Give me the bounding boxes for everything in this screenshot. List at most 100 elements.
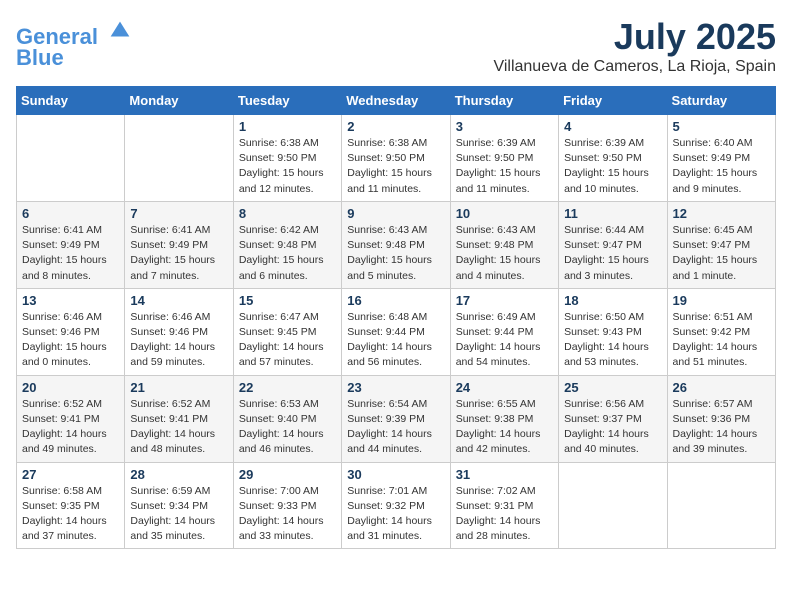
day-info: Sunrise: 6:38 AM Sunset: 9:50 PM Dayligh… (239, 136, 336, 197)
calendar-cell: 8Sunrise: 6:42 AM Sunset: 9:48 PM Daylig… (233, 201, 341, 288)
calendar-cell: 1 Sunrise: 6:38 AM Sunset: 9:50 PM Daylig… (233, 115, 341, 202)
day-number: 26 (673, 380, 770, 395)
calendar-cell: 9Sunrise: 6:43 AM Sunset: 9:48 PM Daylig… (342, 201, 450, 288)
calendar-cell: 25Sunrise: 6:56 AM Sunset: 9:37 PM Dayli… (559, 375, 667, 462)
day-info: Sunrise: 6:46 AM Sunset: 9:46 PM Dayligh… (22, 310, 119, 371)
day-info: Sunrise: 6:50 AM Sunset: 9:43 PM Dayligh… (564, 310, 661, 371)
weekday-header: Friday (559, 87, 667, 115)
day-number: 1 (239, 119, 336, 134)
month-title: July 2025 (493, 16, 776, 58)
calendar-week-row: 6 Sunrise: 6:41 AM Sunset: 9:49 PM Daylig… (17, 201, 776, 288)
day-info: Sunrise: 6:39 AM Sunset: 9:50 PM Dayligh… (564, 136, 661, 197)
day-number: 16 (347, 293, 444, 308)
day-number: 18 (564, 293, 661, 308)
weekday-header: Tuesday (233, 87, 341, 115)
day-number: 23 (347, 380, 444, 395)
day-number: 10 (456, 206, 553, 221)
calendar-cell: 27 Sunrise: 6:58 AM Sunset: 9:35 PM Dayli… (17, 462, 125, 549)
weekday-header: Monday (125, 87, 233, 115)
weekday-header: Thursday (450, 87, 558, 115)
weekday-header: Wednesday (342, 87, 450, 115)
page-header: General Blue July 2025 Villanueva de Cam… (16, 16, 776, 76)
day-info: Sunrise: 6:51 AM Sunset: 9:42 PM Dayligh… (673, 310, 770, 371)
day-number: 4 (564, 119, 661, 134)
weekday-header: Saturday (667, 87, 775, 115)
calendar-cell (17, 115, 125, 202)
day-number: 13 (22, 293, 119, 308)
day-number: 11 (564, 206, 661, 221)
day-info: Sunrise: 7:00 AM Sunset: 9:33 PM Dayligh… (239, 484, 336, 545)
logo-icon (106, 16, 134, 44)
weekday-header: Sunday (17, 87, 125, 115)
logo: General Blue (16, 16, 134, 71)
day-number: 28 (130, 467, 227, 482)
day-number: 27 (22, 467, 119, 482)
day-number: 17 (456, 293, 553, 308)
calendar-header-row: SundayMondayTuesdayWednesdayThursdayFrid… (17, 87, 776, 115)
day-info: Sunrise: 6:46 AM Sunset: 9:46 PM Dayligh… (130, 310, 227, 371)
day-number: 14 (130, 293, 227, 308)
day-number: 15 (239, 293, 336, 308)
calendar-cell: 16 Sunrise: 6:48 AM Sunset: 9:44 PM Dayli… (342, 288, 450, 375)
calendar-cell: 28 Sunrise: 6:59 AM Sunset: 9:34 PM Dayli… (125, 462, 233, 549)
day-info: Sunrise: 6:41 AM Sunset: 9:49 PM Dayligh… (22, 223, 119, 284)
day-number: 30 (347, 467, 444, 482)
calendar-week-row: 13 Sunrise: 6:46 AM Sunset: 9:46 PM Dayli… (17, 288, 776, 375)
day-info: Sunrise: 6:55 AM Sunset: 9:38 PM Dayligh… (456, 397, 553, 458)
calendar-cell: 18 Sunrise: 6:50 AM Sunset: 9:43 PM Dayli… (559, 288, 667, 375)
calendar-cell: 24Sunrise: 6:55 AM Sunset: 9:38 PM Dayli… (450, 375, 558, 462)
day-number: 6 (22, 206, 119, 221)
day-number: 29 (239, 467, 336, 482)
day-info: Sunrise: 6:53 AM Sunset: 9:40 PM Dayligh… (239, 397, 336, 458)
calendar-cell (125, 115, 233, 202)
day-info: Sunrise: 6:45 AM Sunset: 9:47 PM Dayligh… (673, 223, 770, 284)
calendar-cell: 11 Sunrise: 6:44 AM Sunset: 9:47 PM Dayli… (559, 201, 667, 288)
day-info: Sunrise: 6:48 AM Sunset: 9:44 PM Dayligh… (347, 310, 444, 371)
day-info: Sunrise: 7:02 AM Sunset: 9:31 PM Dayligh… (456, 484, 553, 545)
day-number: 5 (673, 119, 770, 134)
day-info: Sunrise: 6:47 AM Sunset: 9:45 PM Dayligh… (239, 310, 336, 371)
calendar-cell (667, 462, 775, 549)
day-number: 12 (673, 206, 770, 221)
day-info: Sunrise: 6:42 AM Sunset: 9:48 PM Dayligh… (239, 223, 336, 284)
calendar-cell: 20 Sunrise: 6:52 AM Sunset: 9:41 PM Dayli… (17, 375, 125, 462)
calendar-cell: 12 Sunrise: 6:45 AM Sunset: 9:47 PM Dayli… (667, 201, 775, 288)
calendar-week-row: 27 Sunrise: 6:58 AM Sunset: 9:35 PM Dayli… (17, 462, 776, 549)
day-info: Sunrise: 6:56 AM Sunset: 9:37 PM Dayligh… (564, 397, 661, 458)
calendar-cell: 17Sunrise: 6:49 AM Sunset: 9:44 PM Dayli… (450, 288, 558, 375)
day-number: 7 (130, 206, 227, 221)
day-info: Sunrise: 6:44 AM Sunset: 9:47 PM Dayligh… (564, 223, 661, 284)
calendar-cell (559, 462, 667, 549)
calendar-table: SundayMondayTuesdayWednesdayThursdayFrid… (16, 86, 776, 549)
calendar-cell: 14 Sunrise: 6:46 AM Sunset: 9:46 PM Dayli… (125, 288, 233, 375)
calendar-cell: 5 Sunrise: 6:40 AM Sunset: 9:49 PM Daylig… (667, 115, 775, 202)
calendar-cell: 23 Sunrise: 6:54 AM Sunset: 9:39 PM Dayli… (342, 375, 450, 462)
calendar-cell: 29 Sunrise: 7:00 AM Sunset: 9:33 PM Dayli… (233, 462, 341, 549)
day-info: Sunrise: 7:01 AM Sunset: 9:32 PM Dayligh… (347, 484, 444, 545)
calendar-cell: 3 Sunrise: 6:39 AM Sunset: 9:50 PM Daylig… (450, 115, 558, 202)
title-section: July 2025 Villanueva de Cameros, La Rioj… (493, 16, 776, 76)
calendar-cell: 4 Sunrise: 6:39 AM Sunset: 9:50 PM Daylig… (559, 115, 667, 202)
day-info: Sunrise: 6:57 AM Sunset: 9:36 PM Dayligh… (673, 397, 770, 458)
calendar-cell: 22Sunrise: 6:53 AM Sunset: 9:40 PM Dayli… (233, 375, 341, 462)
calendar-cell: 21Sunrise: 6:52 AM Sunset: 9:41 PM Dayli… (125, 375, 233, 462)
day-info: Sunrise: 6:38 AM Sunset: 9:50 PM Dayligh… (347, 136, 444, 197)
day-number: 20 (22, 380, 119, 395)
calendar-cell: 19Sunrise: 6:51 AM Sunset: 9:42 PM Dayli… (667, 288, 775, 375)
calendar-week-row: 20 Sunrise: 6:52 AM Sunset: 9:41 PM Dayli… (17, 375, 776, 462)
day-number: 3 (456, 119, 553, 134)
day-info: Sunrise: 6:54 AM Sunset: 9:39 PM Dayligh… (347, 397, 444, 458)
day-info: Sunrise: 6:59 AM Sunset: 9:34 PM Dayligh… (130, 484, 227, 545)
day-info: Sunrise: 6:58 AM Sunset: 9:35 PM Dayligh… (22, 484, 119, 545)
day-number: 31 (456, 467, 553, 482)
day-info: Sunrise: 6:52 AM Sunset: 9:41 PM Dayligh… (22, 397, 119, 458)
day-number: 2 (347, 119, 444, 134)
calendar-cell: 7Sunrise: 6:41 AM Sunset: 9:49 PM Daylig… (125, 201, 233, 288)
day-number: 9 (347, 206, 444, 221)
day-info: Sunrise: 6:52 AM Sunset: 9:41 PM Dayligh… (130, 397, 227, 458)
calendar-cell: 10Sunrise: 6:43 AM Sunset: 9:48 PM Dayli… (450, 201, 558, 288)
day-info: Sunrise: 6:40 AM Sunset: 9:49 PM Dayligh… (673, 136, 770, 197)
location-title: Villanueva de Cameros, La Rioja, Spain (493, 58, 776, 76)
calendar-cell: 13 Sunrise: 6:46 AM Sunset: 9:46 PM Dayli… (17, 288, 125, 375)
day-info: Sunrise: 6:39 AM Sunset: 9:50 PM Dayligh… (456, 136, 553, 197)
